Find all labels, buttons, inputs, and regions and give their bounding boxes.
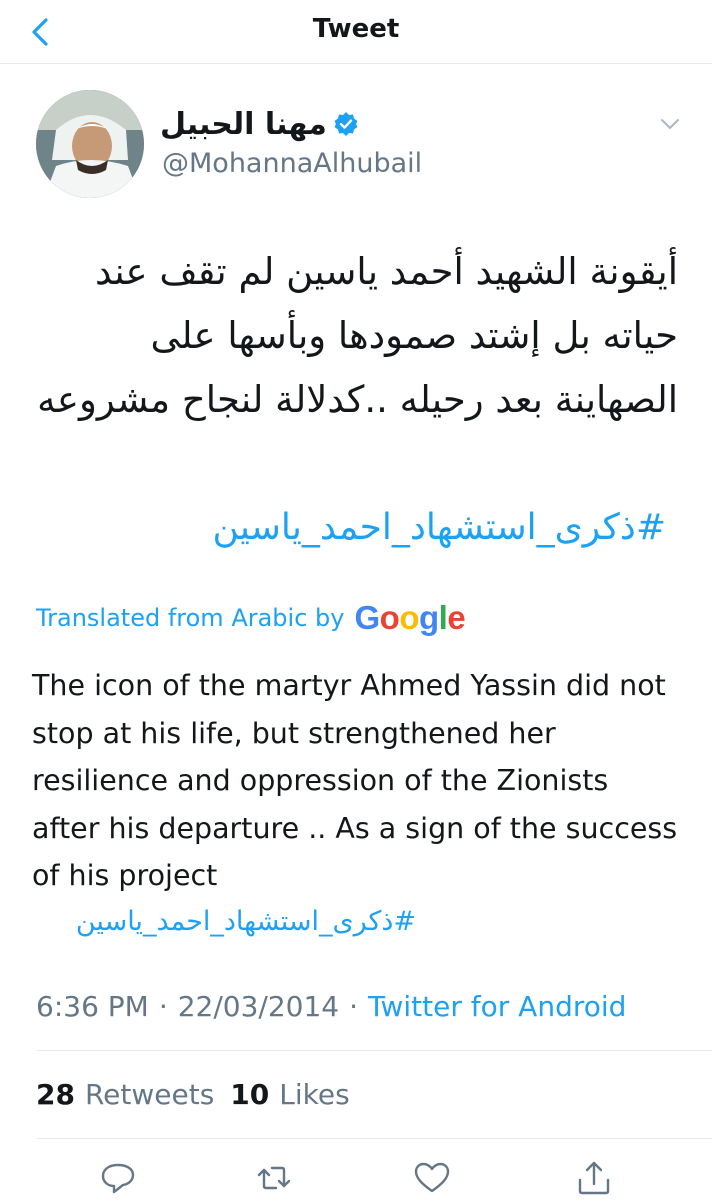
retweets-label[interactable]: Retweets <box>85 1078 214 1111</box>
tweet-author: مهنا الحبيل @MohannaAlhubail <box>36 90 686 200</box>
meta-separator: · <box>349 989 359 1023</box>
tweet-client-link[interactable]: Twitter for Android <box>368 990 626 1023</box>
tweet-stats: 28 Retweets 10 Likes <box>36 1072 366 1116</box>
tweet-date: 22/03/2014 <box>177 989 340 1023</box>
tweet-time: 6:36 PM <box>36 989 149 1023</box>
share-icon[interactable] <box>572 1156 616 1200</box>
chevron-down-icon[interactable] <box>658 112 682 136</box>
likes-label[interactable]: Likes <box>279 1078 349 1111</box>
author-name[interactable]: مهنا الحبيل <box>160 107 327 142</box>
google-logo: Google <box>354 599 466 636</box>
meta-separator: · <box>158 989 168 1023</box>
tweet-hashtag-link[interactable]: #ذكرى_استشهاد_احمد_ياسين <box>36 498 667 558</box>
tweet-meta: 6:36 PM · 22/03/2014 · Twitter for Andro… <box>36 984 626 1028</box>
verified-badge-icon <box>334 112 358 136</box>
tweet-translation-text: The icon of the martyr Ahmed Yassin did … <box>32 669 678 892</box>
translated-from-label: Translated from Arabic by <box>36 604 345 632</box>
top-navigation-bar: Tweet <box>0 0 712 64</box>
author-handle[interactable]: @MohannaAlhubail <box>162 148 422 179</box>
translation-attribution: Translated from Arabic by Google <box>36 596 466 640</box>
translation-hashtag-link[interactable]: #ذكرى_استشهاد_احمد_ياسين <box>32 898 416 946</box>
avatar[interactable] <box>36 90 144 198</box>
reply-icon[interactable] <box>96 1156 140 1200</box>
tweet-actions <box>0 1150 712 1200</box>
heart-icon[interactable] <box>410 1156 454 1200</box>
divider <box>36 1050 712 1051</box>
author-name-row: مهنا الحبيل <box>160 104 359 144</box>
page-title: Tweet <box>312 14 400 44</box>
likes-count[interactable]: 10 <box>230 1078 269 1111</box>
tweet-text-arabic: أيقونة الشهيد أحمد ياسين لم تقف عند حيات… <box>37 250 678 421</box>
retweets-count[interactable]: 28 <box>36 1078 75 1111</box>
retweet-icon[interactable] <box>252 1156 296 1200</box>
divider <box>36 1138 712 1139</box>
